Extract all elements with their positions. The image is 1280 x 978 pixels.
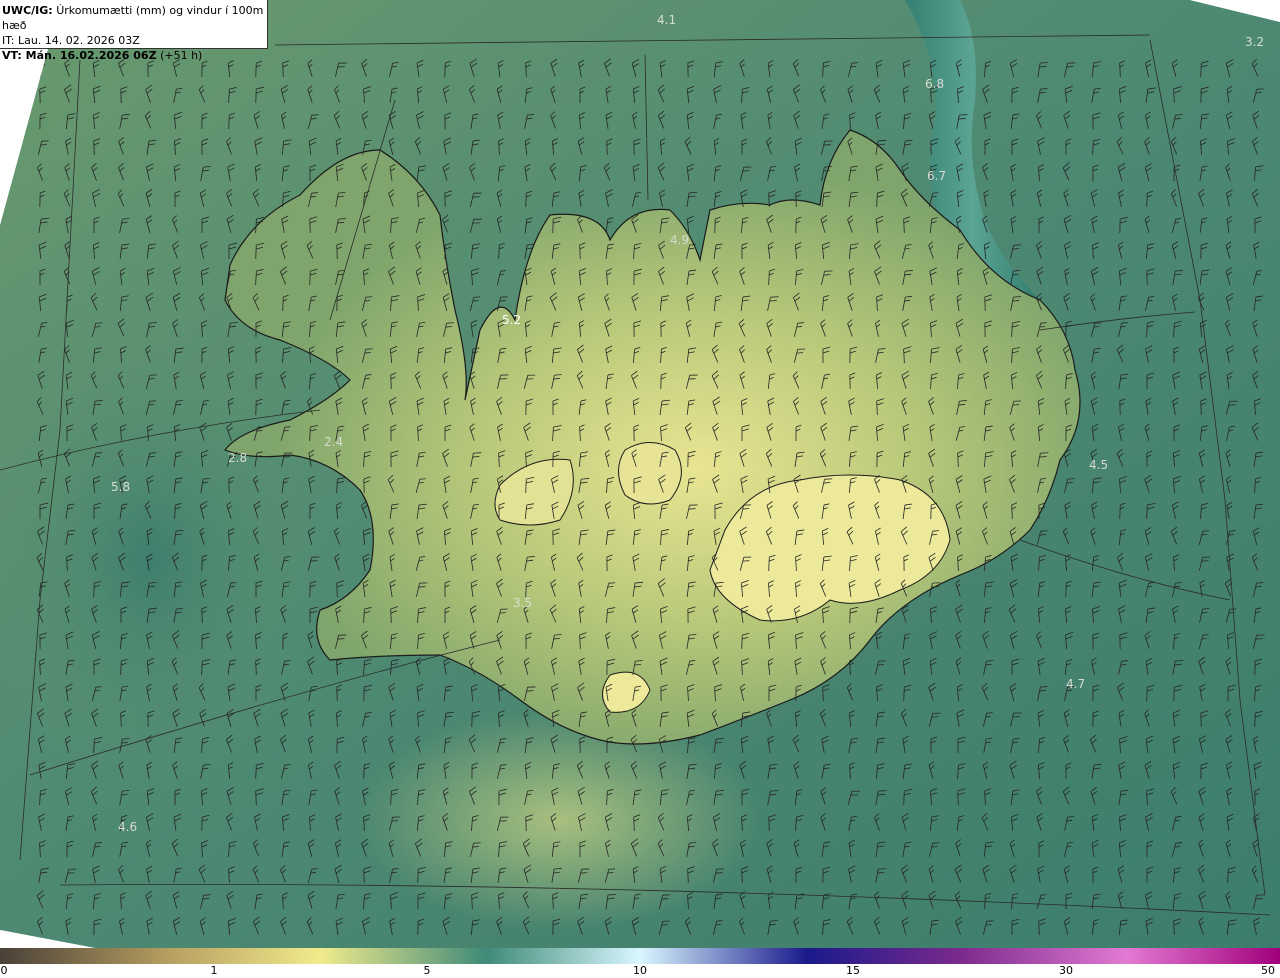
value-label: 5.8	[111, 480, 130, 494]
map-domain	[0, 0, 1280, 948]
value-label: 5.2	[502, 313, 521, 327]
value-label: 6.8	[925, 77, 944, 91]
colorbar-tick: 50	[1261, 964, 1275, 977]
init-time: Lau. 14. 02. 2026 03Z	[17, 34, 140, 47]
value-label: 3.2	[1245, 35, 1264, 49]
value-label: 4.9	[670, 233, 689, 247]
colorbar: 0 1 5 10 15 30 50	[0, 948, 1280, 978]
colorbar-tick: 15	[846, 964, 860, 977]
valid-time: VT: Mán. 16.02.2026 06Z	[2, 49, 157, 62]
map-header: UWC/IG: Úrkomumætti (mm) og vindur í 100…	[0, 0, 268, 62]
forecast-map: 4.1 3.2 6.8 6.7 4.9 5.2 2.8 2.4 5.8 4.5 …	[0, 0, 1280, 948]
glacier-hofsjokull	[618, 442, 682, 505]
value-label: 4.6	[118, 820, 137, 834]
colorbar-tick: 5	[423, 964, 431, 977]
value-label: 2.8	[228, 451, 247, 465]
colorbar-tick: 0	[0, 964, 8, 977]
colorbar-strip	[0, 948, 1280, 964]
colorbar-tick: 1	[210, 964, 218, 977]
value-label: 4.7	[1066, 677, 1085, 691]
value-label: 2.4	[324, 435, 343, 449]
init-label: IT:	[2, 34, 15, 47]
value-label: 3.5	[513, 596, 532, 610]
product-code: UWC/IG:	[2, 4, 53, 17]
colorbar-tick: 30	[1059, 964, 1073, 977]
value-label: 4.5	[1089, 458, 1108, 472]
colorbar-tick: 10	[633, 964, 647, 977]
valid-offset: (+51 h)	[160, 49, 203, 62]
south-precip-band	[360, 710, 760, 930]
value-label: 6.7	[927, 169, 946, 183]
value-label: 4.1	[657, 13, 676, 27]
